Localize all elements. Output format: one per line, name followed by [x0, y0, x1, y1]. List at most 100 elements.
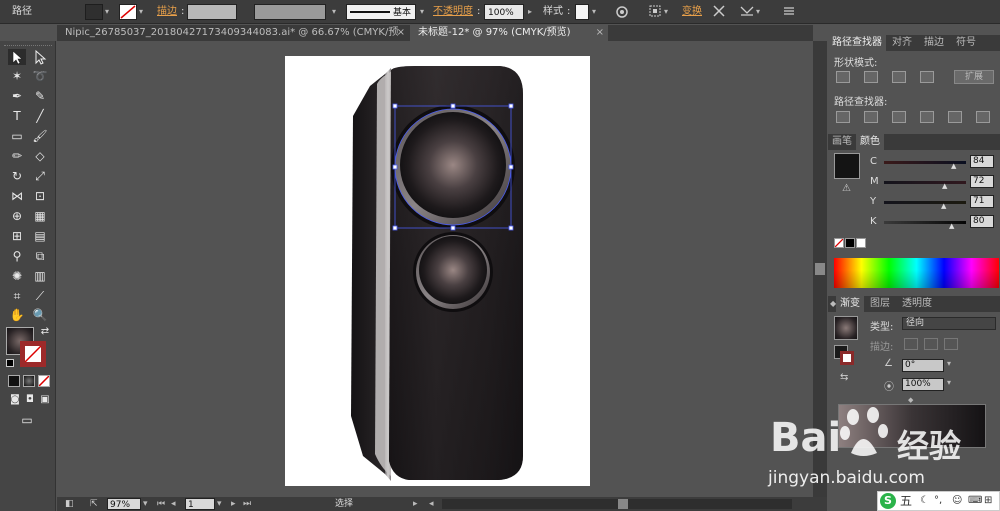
- shape-builder-tool-icon[interactable]: ⊕: [8, 208, 26, 224]
- variable-width-select[interactable]: [254, 4, 326, 20]
- chevron-down-icon[interactable]: ▾: [420, 4, 424, 20]
- free-transform-tool-icon[interactable]: ⊡: [31, 188, 49, 204]
- blend-tool-icon[interactable]: ⧉: [31, 248, 49, 264]
- prev-page-icon[interactable]: ◂: [171, 498, 176, 510]
- last-page-icon[interactable]: ⏭: [243, 498, 251, 510]
- next-page-icon[interactable]: ▸: [231, 498, 236, 510]
- graphic-style-swatch[interactable]: [575, 4, 589, 20]
- tab-gradient[interactable]: 渐变: [836, 296, 864, 312]
- ime-toolbar[interactable]: S 五 ☾ °, ☺ ⌨ ⊞: [877, 491, 1000, 511]
- eraser-tool-icon[interactable]: ◇: [31, 148, 49, 164]
- transform-label[interactable]: 变换: [682, 4, 702, 20]
- page-input[interactable]: 1: [185, 498, 215, 510]
- slider-handle-icon[interactable]: ▲: [941, 202, 946, 210]
- out-of-gamut-icon[interactable]: ⚠: [842, 183, 851, 194]
- scroll-left-icon[interactable]: ◂: [429, 498, 434, 510]
- minus-front-icon[interactable]: [864, 71, 878, 83]
- hand-tool-icon[interactable]: ✋: [8, 307, 26, 323]
- scrollbar-thumb[interactable]: [815, 263, 825, 275]
- slider-handle-icon[interactable]: ▲: [949, 222, 954, 230]
- current-fill-swatch[interactable]: [834, 153, 860, 179]
- moon-icon[interactable]: ☾: [920, 492, 929, 510]
- reverse-gradient-icon[interactable]: ⇆: [840, 372, 848, 383]
- stroke-along-icon[interactable]: [924, 338, 938, 350]
- rectangle-tool-icon[interactable]: ▭: [8, 128, 26, 144]
- selection-tool-icon[interactable]: [8, 49, 26, 65]
- angle-input[interactable]: 0°: [902, 359, 944, 372]
- tab-pathfinder[interactable]: 路径查找器: [828, 35, 886, 51]
- gradient-preview-swatch[interactable]: [834, 316, 858, 340]
- tab-document-1[interactable]: Nipic_26785037_20180427173409344083.ai* …: [57, 25, 409, 54]
- screen-mode-icon[interactable]: ▭: [18, 412, 36, 428]
- minus-back-icon[interactable]: [976, 111, 990, 123]
- zoom-tool-icon[interactable]: 🔍: [31, 307, 49, 323]
- pen-tool-icon[interactable]: ✒: [8, 88, 26, 104]
- chevron-down-icon[interactable]: ▾: [332, 4, 336, 20]
- stroke-weight-input[interactable]: [187, 4, 237, 20]
- chevron-down-icon[interactable]: ▾: [664, 4, 668, 20]
- eyedropper-tool-icon[interactable]: ⚲: [8, 248, 26, 264]
- tab-stroke[interactable]: 描边: [920, 35, 948, 51]
- opacity-input[interactable]: 100%: [484, 4, 524, 20]
- keyboard-icon[interactable]: ⌨: [968, 492, 982, 510]
- chevron-down-icon[interactable]: ▾: [143, 498, 148, 510]
- tab-align[interactable]: 对齐: [888, 35, 916, 51]
- gradient-slider[interactable]: [838, 404, 986, 448]
- column-graph-tool-icon[interactable]: ▥: [31, 268, 49, 284]
- gradient-tool-icon[interactable]: ▤: [31, 228, 49, 244]
- ime-mode-label[interactable]: 五: [900, 492, 912, 510]
- stroke-mini-swatch[interactable]: [840, 351, 854, 365]
- exclude-icon[interactable]: [920, 71, 934, 83]
- color-mode-icon[interactable]: [8, 375, 20, 387]
- stroke-color-swatch[interactable]: [20, 341, 46, 367]
- panel-menu-icon[interactable]: [782, 4, 796, 20]
- chevron-down-icon[interactable]: ▾: [105, 4, 109, 20]
- midpoint-diamond-icon[interactable]: ◆: [908, 396, 913, 404]
- chevron-down-icon[interactable]: ▾: [139, 4, 143, 20]
- trim-icon[interactable]: [864, 111, 878, 123]
- brush-stroke-select[interactable]: 基本: [346, 4, 416, 20]
- tab-transparency[interactable]: 透明度: [898, 296, 936, 312]
- cyan-input[interactable]: 84: [970, 155, 994, 168]
- gradient-mode-icon[interactable]: [23, 375, 35, 387]
- punctuation-icon[interactable]: °,: [934, 492, 942, 510]
- export-icon[interactable]: ⇱: [90, 498, 98, 510]
- tab-layers[interactable]: 图层: [866, 296, 894, 312]
- first-page-icon[interactable]: ⏮: [157, 498, 165, 510]
- unite-icon[interactable]: [836, 71, 850, 83]
- gradient-type-select[interactable]: 径向: [902, 317, 996, 330]
- symbol-sprayer-tool-icon[interactable]: ✺: [8, 268, 26, 284]
- perspective-grid-tool-icon[interactable]: ▦: [31, 208, 49, 224]
- none-mode-icon[interactable]: [38, 375, 50, 387]
- isolate-icon[interactable]: [738, 4, 756, 20]
- black-input[interactable]: 80: [970, 215, 994, 228]
- transform-icon[interactable]: [712, 4, 726, 20]
- direct-selection-tool-icon[interactable]: [31, 49, 49, 65]
- canvas-area[interactable]: [57, 41, 813, 496]
- slice-tool-icon[interactable]: ⟋: [31, 288, 49, 304]
- sogou-logo-icon[interactable]: S: [880, 493, 896, 509]
- crop-icon[interactable]: [920, 111, 934, 123]
- chevron-down-icon[interactable]: ▾: [947, 359, 951, 368]
- rotate-tool-icon[interactable]: ↻: [8, 168, 26, 184]
- divide-icon[interactable]: [836, 111, 850, 123]
- stroke-within-icon[interactable]: [904, 338, 918, 350]
- aspect-ratio-input[interactable]: 100%: [902, 378, 944, 391]
- emoji-icon[interactable]: ☺: [952, 492, 962, 510]
- tab-symbols[interactable]: 符号: [952, 35, 980, 51]
- tab-brushes[interactable]: 画笔: [828, 134, 856, 150]
- line-tool-icon[interactable]: ╱: [31, 108, 49, 124]
- curvature-tool-icon[interactable]: ✎: [31, 88, 49, 104]
- horizontal-scrollbar[interactable]: [442, 499, 792, 509]
- chevron-right-icon[interactable]: ▸: [528, 4, 532, 20]
- panel-grip[interactable]: [4, 45, 52, 47]
- close-icon[interactable]: ×: [397, 25, 405, 41]
- artboard-nav-icon[interactable]: ◧: [65, 498, 74, 510]
- stroke-weight-label[interactable]: 描边: [157, 4, 177, 20]
- yellow-slider[interactable]: [884, 201, 966, 204]
- chevron-down-icon[interactable]: ▾: [592, 4, 596, 20]
- expand-button[interactable]: 扩展: [954, 70, 994, 84]
- recolor-icon[interactable]: [615, 4, 629, 20]
- artboard-tool-icon[interactable]: ⌗: [8, 288, 26, 304]
- scrollbar-thumb[interactable]: [618, 499, 628, 509]
